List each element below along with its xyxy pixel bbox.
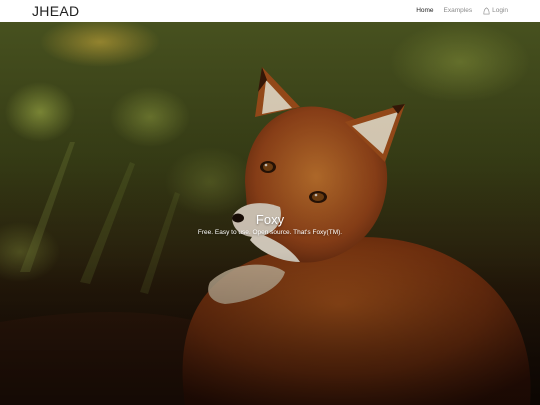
hero-title: Foxy [255,212,285,227]
user-outline-icon [483,7,490,15]
brand-logo[interactable]: JHEAD [32,2,79,20]
top-navbar: JHEAD Home Examples Login [0,0,540,22]
hero-subtitle: Free. Easy to use. Open source. That's F… [197,229,343,236]
login-label: Login [492,7,508,14]
hero-caption: Foxy Free. Easy to use. Open source. Tha… [0,212,540,237]
nav-link-home[interactable]: Home [416,6,433,15]
nav-links: Home Examples Login [406,6,508,15]
nav-link-examples[interactable]: Examples [444,6,473,15]
nav-link-login[interactable]: Login [482,6,508,15]
hero-banner: Foxy Free. Easy to use. Open source. Tha… [0,22,540,405]
